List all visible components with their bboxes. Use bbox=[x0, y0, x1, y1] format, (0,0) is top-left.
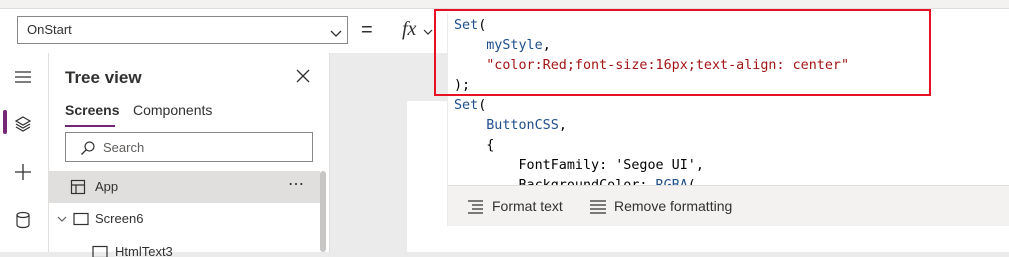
equals-sign: = bbox=[361, 20, 373, 40]
formula-editor[interactable]: Set( myStyle, "color:Red;font-size:16px;… bbox=[447, 13, 1009, 185]
code-token bbox=[454, 58, 486, 73]
tree-view-title: Tree view bbox=[65, 68, 142, 88]
insert-button[interactable] bbox=[0, 152, 48, 192]
code-line: "color:Red;font-size:16px;text-align: ce… bbox=[454, 56, 849, 76]
close-icon bbox=[296, 69, 310, 83]
left-nav-rail bbox=[0, 53, 49, 252]
plus-icon bbox=[13, 162, 33, 182]
code-token bbox=[454, 118, 486, 133]
tree-item-htmltext3[interactable]: HtmlText3 bbox=[49, 237, 320, 257]
remove-formatting-button[interactable]: Remove formatting bbox=[589, 197, 759, 217]
hamburger-menu-button[interactable] bbox=[0, 57, 48, 97]
code-token: { bbox=[454, 138, 494, 153]
code-token: Set bbox=[454, 18, 478, 33]
more-options-icon[interactable]: ⋯ bbox=[288, 174, 305, 194]
property-dropdown-value: OnStart bbox=[27, 22, 72, 37]
code-token: ( bbox=[478, 18, 486, 33]
formula-code: Set( myStyle, "color:Red;font-size:16px;… bbox=[454, 16, 849, 185]
code-token: FontFamily: 'Segoe UI', bbox=[454, 158, 704, 173]
tree-view-panel: Tree view Screens Components Search App … bbox=[49, 53, 330, 252]
tab-components[interactable]: Components bbox=[133, 102, 212, 118]
code-token: ButtonCSS bbox=[486, 118, 559, 133]
format-text-icon bbox=[467, 199, 485, 215]
tab-screens[interactable]: Screens bbox=[65, 102, 119, 118]
code-line: myStyle, bbox=[454, 36, 849, 56]
top-strip bbox=[0, 0, 1009, 9]
database-icon bbox=[13, 210, 33, 230]
code-line: { bbox=[454, 136, 849, 156]
code-line: ); bbox=[454, 76, 849, 96]
code-token: , bbox=[543, 38, 551, 53]
format-text-label: Format text bbox=[492, 198, 563, 214]
code-token: RGBA bbox=[656, 178, 688, 185]
chevron-down-icon bbox=[423, 24, 433, 42]
code-token: myStyle bbox=[486, 38, 542, 53]
search-input[interactable]: Search bbox=[65, 132, 313, 162]
code-token: "color:Red;font-size:16px;text-align: ce… bbox=[486, 58, 849, 73]
remove-formatting-label: Remove formatting bbox=[614, 198, 732, 214]
tree-item-label: Screen6 bbox=[95, 211, 143, 226]
hamburger-icon bbox=[13, 67, 33, 87]
active-tab-underline bbox=[65, 125, 115, 127]
property-dropdown[interactable]: OnStart bbox=[17, 16, 348, 44]
fx-button[interactable]: fx bbox=[392, 16, 434, 44]
tree-item-label: App bbox=[95, 179, 118, 194]
close-tree-view-button[interactable] bbox=[296, 69, 310, 88]
code-line: Set( bbox=[454, 96, 849, 116]
remove-formatting-icon bbox=[589, 199, 607, 215]
code-line: ButtonCSS, bbox=[454, 116, 849, 136]
tree-scrollbar[interactable] bbox=[320, 171, 326, 252]
format-text-button[interactable]: Format text bbox=[467, 197, 587, 217]
chevron-down-icon[interactable] bbox=[57, 214, 67, 224]
code-token: , bbox=[559, 118, 567, 133]
html-text-icon bbox=[92, 245, 108, 257]
code-token: ( bbox=[688, 178, 696, 185]
search-icon bbox=[80, 140, 96, 156]
screen-icon bbox=[73, 212, 89, 226]
code-token: Set bbox=[454, 98, 478, 113]
fx-icon: fx bbox=[402, 16, 416, 42]
search-placeholder: Search bbox=[103, 140, 144, 155]
tree-item-screen6[interactable]: Screen6 bbox=[49, 203, 320, 235]
layers-icon bbox=[13, 114, 33, 134]
code-line: FontFamily: 'Segoe UI', bbox=[454, 156, 849, 176]
data-button[interactable] bbox=[0, 200, 48, 240]
tree-item-label: HtmlText3 bbox=[115, 244, 173, 257]
code-token: BackgroundColor: bbox=[454, 178, 656, 185]
code-line: Set( bbox=[454, 16, 849, 36]
code-token bbox=[454, 38, 486, 53]
chevron-down-icon bbox=[329, 23, 343, 49]
code-line: BackgroundColor: RGBA( bbox=[454, 176, 849, 185]
formula-editor-footer: Format text Remove formatting bbox=[447, 185, 1009, 226]
app-icon bbox=[70, 179, 86, 195]
code-token: ); bbox=[454, 78, 470, 93]
code-token: ( bbox=[478, 98, 486, 113]
tree-view-button[interactable] bbox=[0, 104, 48, 144]
tree-item-app[interactable]: App ⋯ bbox=[49, 171, 320, 203]
